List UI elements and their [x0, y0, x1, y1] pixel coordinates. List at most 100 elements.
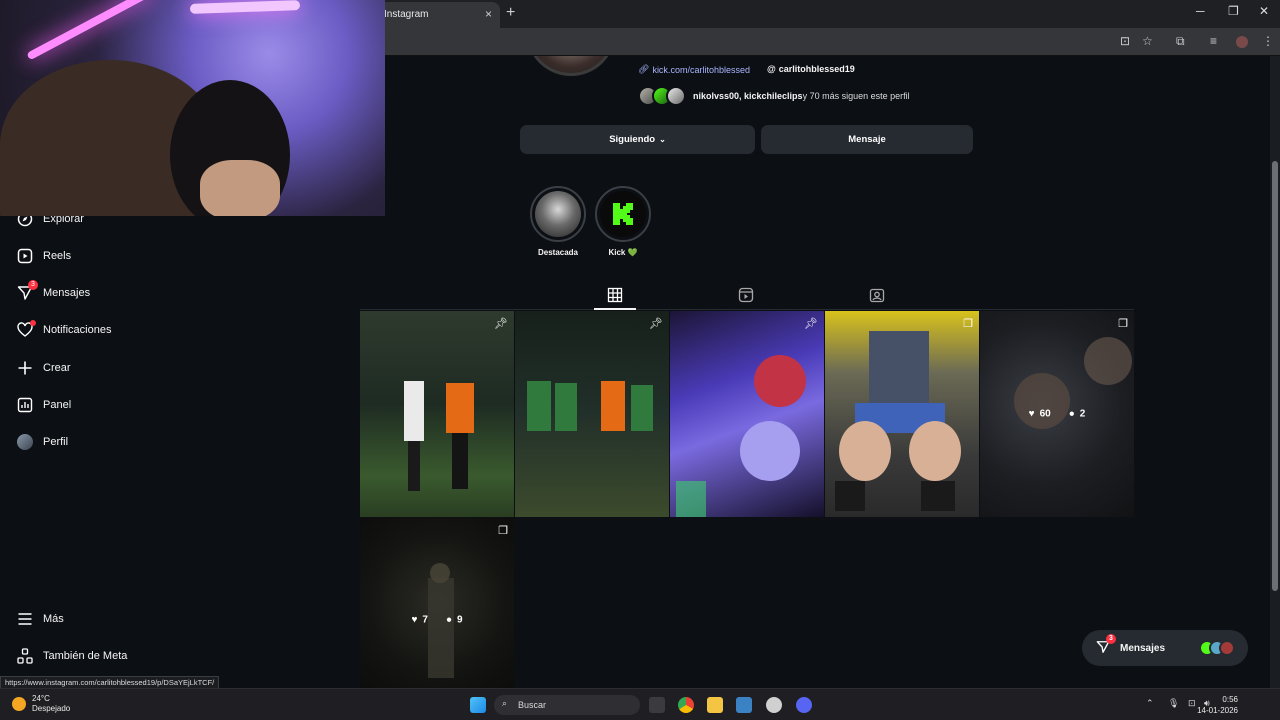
followed-by-names: nikolvss00, kickchileclips — [693, 91, 803, 101]
media-icon[interactable]: ≡ — [1210, 34, 1217, 48]
time: 0:56 — [1222, 695, 1238, 704]
post-image — [676, 355, 806, 517]
file-explorer-icon[interactable] — [707, 697, 723, 713]
scrollbar-thumb[interactable] — [1272, 161, 1278, 591]
post-thumbnail[interactable]: 📌︎ — [360, 311, 514, 517]
sidebar-item-tambien-de-meta[interactable]: También de Meta — [16, 645, 127, 667]
install-icon[interactable]: ⊡ — [1120, 34, 1130, 48]
sidebar-item-reels[interactable]: Reels — [16, 245, 71, 267]
pin-icon: 📌︎ — [804, 318, 818, 330]
close-window-icon[interactable]: ✕ — [1259, 4, 1269, 18]
chrome-icon[interactable] — [678, 697, 694, 713]
following-button[interactable]: Siguiendo ⌄ — [520, 125, 755, 154]
minimize-icon[interactable]: ─ — [1196, 4, 1205, 18]
notification-badge: 3 — [28, 280, 38, 290]
tab-tagged-icon[interactable] — [869, 287, 885, 303]
post-thumbnail[interactable]: ❐ ♥ 7 ● 9 — [360, 518, 514, 688]
post-hover-stats: ♥ 60 ● 2 — [980, 409, 1134, 420]
link-icon: 🔗︎ — [638, 64, 650, 74]
restore-icon[interactable]: ❐ — [1228, 4, 1239, 18]
followed-by[interactable]: nikolvss00, kickchileclips y 70 más sigu… — [638, 85, 910, 107]
clock[interactable]: 0:56 14-01-2026 — [1197, 694, 1238, 716]
sidebar-item-label: Crear — [43, 362, 71, 374]
profile-avatar[interactable] — [1236, 36, 1248, 48]
microphone-icon[interactable]: 🎙︎ — [1168, 698, 1179, 709]
kebab-menu-icon[interactable]: ⋮ — [1262, 34, 1274, 48]
network-icon[interactable]: ⊡ — [1188, 698, 1196, 709]
task-view-icon[interactable] — [649, 697, 665, 713]
sidebar-item-label: Mensajes — [43, 287, 91, 299]
weather-widget[interactable]: 24°C Despejado — [12, 694, 70, 714]
highlight-cover — [535, 191, 581, 237]
weather-text: Despejado — [32, 704, 71, 713]
sidebar-item-label: Reels — [43, 250, 72, 262]
post-image — [404, 381, 474, 491]
likes-count: 60 — [1039, 408, 1051, 420]
taskbar-search[interactable]: ⌕ Buscar — [494, 695, 640, 715]
post-thumbnail[interactable]: ❐ ♥ 60 ● 2 — [980, 311, 1134, 517]
discord-icon[interactable] — [796, 697, 812, 713]
store-icon[interactable] — [736, 697, 752, 713]
messenger-icon: 3 — [16, 280, 38, 302]
plus-icon — [16, 359, 34, 377]
tab-close-icon[interactable]: × — [485, 7, 492, 21]
comments-count: 2 — [1079, 408, 1086, 420]
extensions-icon[interactable]: ⧉ — [1176, 34, 1185, 49]
sidebar-item-mas[interactable]: Más — [16, 608, 64, 630]
comment-icon: ● — [1068, 408, 1075, 420]
messages-pill-label: Mensajes — [1120, 642, 1166, 654]
followed-by-rest: y 70 más siguen este perfil — [802, 91, 910, 101]
sidebar-item-label: Perfil — [43, 436, 69, 448]
threads-icon: @ — [767, 64, 776, 74]
threads-handle[interactable]: @ carlitohblessed19 — [767, 64, 855, 74]
webcam-overlay — [0, 0, 385, 216]
post-thumbnail[interactable]: 📌︎ — [515, 311, 669, 517]
reels-icon — [16, 247, 34, 265]
sidebar-item-label: También de Meta — [43, 650, 128, 662]
post-thumbnail[interactable]: 📌︎ — [670, 311, 824, 517]
highlight-destacada[interactable]: Destacada — [530, 186, 586, 257]
browser-tab[interactable]: Instagram × — [372, 2, 500, 28]
likes-count: 7 — [422, 614, 428, 626]
windows-start-icon[interactable] — [470, 697, 486, 713]
notification-badge: 3 — [1106, 633, 1116, 644]
sidebar-item-notificaciones[interactable]: Notificaciones — [16, 319, 111, 341]
message-button[interactable]: Mensaje — [761, 125, 973, 154]
temperature: 24°C — [32, 694, 50, 703]
heart-icon — [16, 320, 36, 339]
avatar — [16, 433, 34, 451]
scrollbar[interactable] — [1270, 56, 1280, 688]
menu-icon — [16, 610, 34, 628]
sidebar-item-panel[interactable]: Panel — [16, 394, 71, 416]
highlight-kick[interactable]: Kick 💚 — [595, 186, 651, 257]
sidebar-item-crear[interactable]: Crear — [16, 357, 71, 379]
comments-count: 9 — [456, 614, 463, 626]
bookmark-star-icon[interactable]: ☆ — [1142, 34, 1153, 48]
meta-icon — [16, 647, 34, 665]
chevron-up-icon[interactable]: ⌃ — [1146, 698, 1154, 709]
app-icon[interactable] — [766, 697, 782, 713]
heart-filled-icon: ♥ — [411, 614, 418, 626]
messenger-icon: 3 — [1096, 633, 1116, 657]
new-tab-button[interactable]: + — [506, 4, 515, 22]
sidebar-item-label: Notificaciones — [43, 324, 112, 336]
sidebar-item-perfil[interactable]: Perfil — [16, 431, 68, 453]
carousel-icon: ❐ — [963, 318, 973, 330]
messages-pill[interactable]: 3 Mensajes — [1082, 630, 1248, 666]
sidebar-item-label: Panel — [43, 399, 72, 411]
tab-posts-grid-icon[interactable] — [607, 287, 623, 303]
post-hover-stats: ♥ 7 ● 9 — [360, 615, 514, 626]
profile-picture[interactable] — [522, 56, 618, 78]
post-image — [835, 331, 961, 511]
profile-link[interactable]: 🔗︎ kick.com/carlitohblessed — [638, 64, 750, 75]
tab-reels-icon[interactable] — [738, 287, 754, 303]
heart-filled-icon: ♥ — [1028, 408, 1035, 420]
post-thumbnail[interactable]: ❐ — [825, 311, 979, 517]
comment-icon: ● — [445, 614, 452, 626]
chevron-down-icon: ⌄ — [659, 135, 666, 144]
search-icon: ⌕ — [502, 698, 508, 708]
tab-title: Instagram — [384, 9, 429, 20]
avatar — [1219, 640, 1236, 656]
dashboard-icon — [16, 396, 34, 414]
sidebar-item-mensajes[interactable]: 3 Mensajes — [16, 280, 91, 304]
